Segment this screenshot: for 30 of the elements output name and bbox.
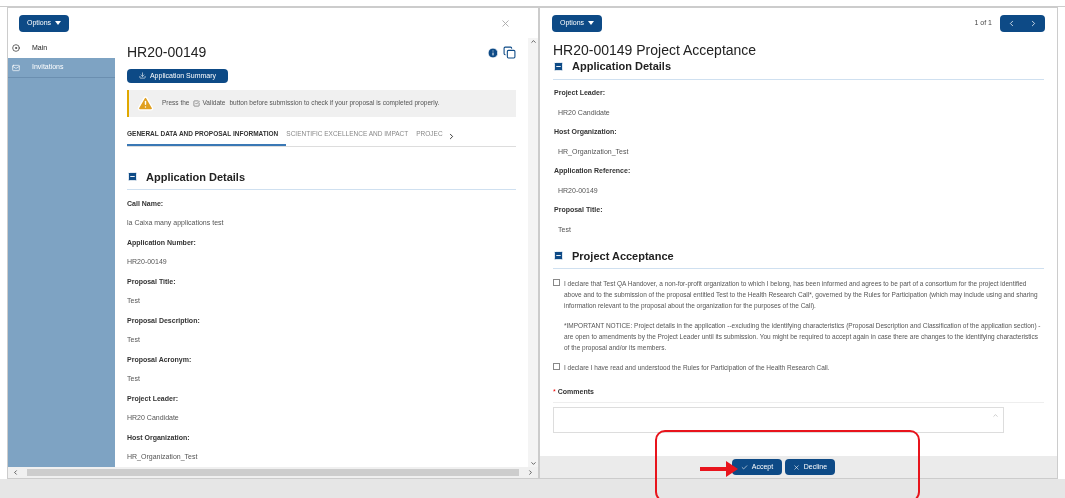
scroll-right-icon[interactable] xyxy=(527,469,534,476)
comments-field[interactable] xyxy=(553,406,1004,433)
collapse-icon[interactable] xyxy=(127,171,138,183)
collapse-icon[interactable] xyxy=(553,60,564,72)
checkbox-icon xyxy=(193,99,201,107)
section-title: Application Details xyxy=(146,169,246,185)
mail-icon xyxy=(12,63,20,72)
x-icon xyxy=(792,463,800,471)
copy-icon[interactable] xyxy=(503,46,516,59)
close-icon[interactable] xyxy=(500,17,511,29)
pointer-arrow xyxy=(700,460,738,478)
page-title: HR20-00149 Project Acceptance xyxy=(553,42,758,58)
download-icon xyxy=(138,72,146,80)
warning-icon xyxy=(137,94,154,112)
check-icon xyxy=(740,463,748,471)
checkbox[interactable] xyxy=(553,363,560,370)
vertical-scrollbar[interactable] xyxy=(528,38,538,467)
scroll-down-icon[interactable] xyxy=(529,460,537,467)
scroll-left-icon[interactable] xyxy=(12,469,19,476)
caret-icon xyxy=(588,21,595,25)
record-title: HR20-00149 xyxy=(127,43,207,62)
checkbox[interactable] xyxy=(553,279,560,286)
info-icon[interactable] xyxy=(487,46,499,59)
collapse-icon[interactable] xyxy=(553,250,564,262)
disc-icon xyxy=(12,44,20,52)
section-title: Application Details xyxy=(572,59,672,74)
caret-icon xyxy=(55,21,62,25)
scroll-up-icon[interactable] xyxy=(529,38,537,45)
section-title: Project Acceptance xyxy=(572,248,674,264)
horizontal-scrollbar[interactable] xyxy=(8,467,538,478)
